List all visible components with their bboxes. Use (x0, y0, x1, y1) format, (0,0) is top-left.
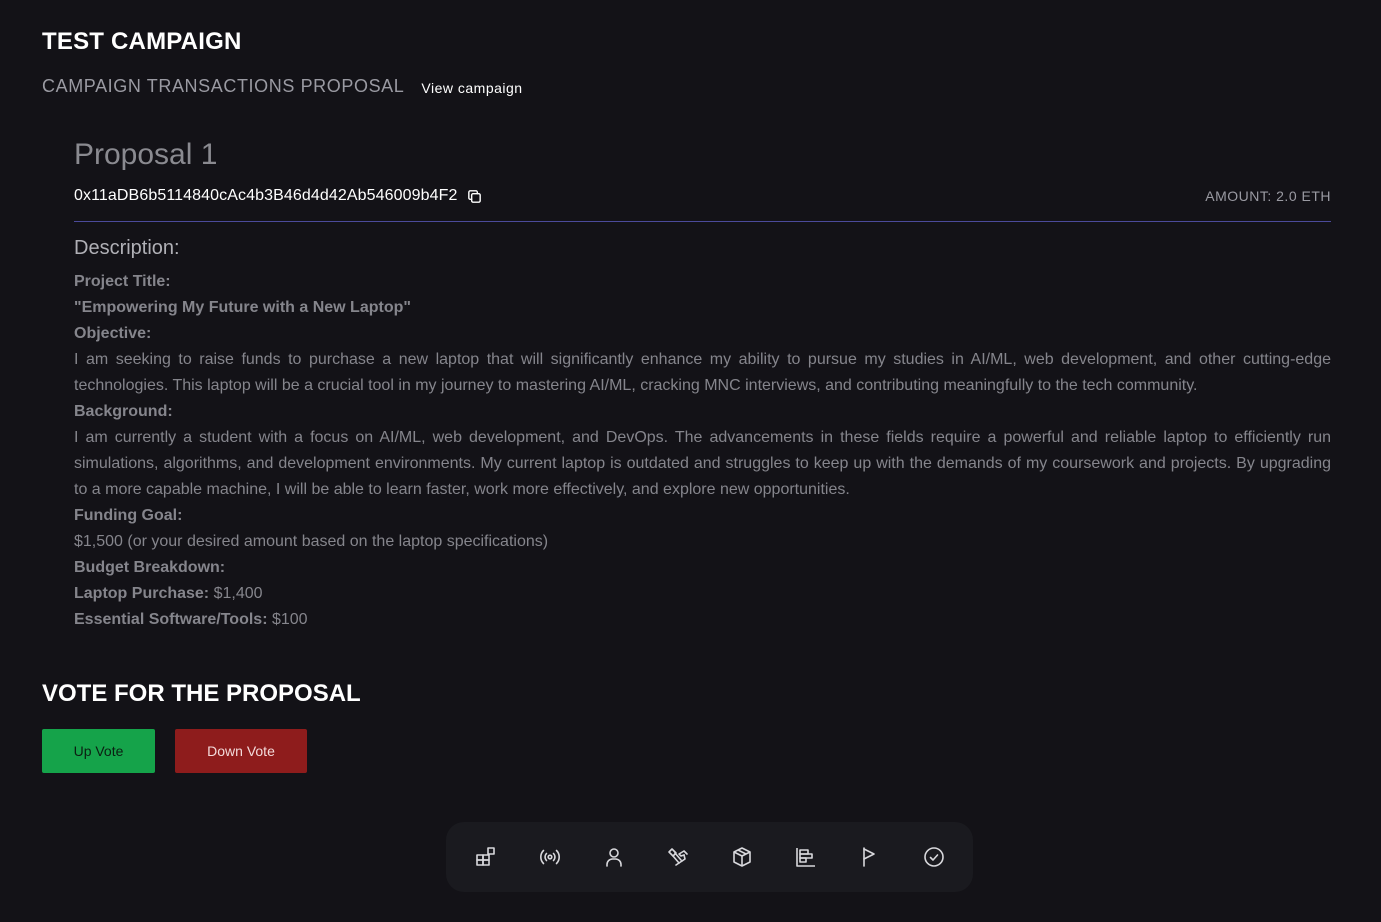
project-title-value: "Empowering My Future with a New Laptop" (74, 299, 411, 316)
up-vote-button[interactable]: Up Vote (42, 729, 155, 773)
vote-heading: VOTE FOR THE PROPOSAL (42, 680, 361, 707)
budget-item: Essential Software/Tools: $100 (74, 607, 1331, 633)
down-vote-button[interactable]: Down Vote (175, 729, 307, 773)
subheader: CAMPAIGN TRANSACTIONS PROPOSAL View camp… (42, 76, 523, 97)
page-subtitle: CAMPAIGN TRANSACTIONS PROPOSAL (42, 76, 405, 96)
bottom-dock (446, 822, 973, 892)
budget-item-value: $1,400 (213, 585, 263, 602)
description-heading: Description: (74, 237, 180, 259)
check-circle-icon[interactable] (922, 845, 946, 869)
dashboard-icon[interactable] (474, 845, 498, 869)
budget-item-label: Essential Software/Tools: (74, 611, 268, 628)
description-body: Project Title: "Empowering My Future wit… (74, 269, 1331, 633)
funding-goal-text: $1,500 (or your desired amount based on … (74, 533, 549, 550)
flag-icon[interactable] (858, 845, 882, 869)
objective-text: I am seeking to raise funds to purchase … (74, 351, 1331, 394)
budget-label: Budget Breakdown: (74, 559, 226, 576)
page: TEST CAMPAIGN CAMPAIGN TRANSACTIONS PROP… (0, 0, 1381, 922)
handshake-icon[interactable] (666, 845, 690, 869)
background-text: I am currently a student with a focus on… (74, 429, 1331, 498)
copy-icon[interactable] (466, 188, 483, 205)
address-wrap: 0x11aDB6b5114840cAc4b3B46d4d42Ab546009b4… (74, 187, 483, 205)
package-icon[interactable] (730, 845, 754, 869)
campaign-title: TEST CAMPAIGN (42, 28, 242, 55)
funding-goal-label: Funding Goal: (74, 507, 183, 524)
proposal-amount: AMOUNT: 2.0 ETH (1205, 188, 1331, 204)
budget-item-label: Laptop Purchase: (74, 585, 210, 602)
background-label: Background: (74, 403, 173, 420)
project-title-label: Project Title: (74, 273, 171, 290)
budget-item-value: $100 (271, 611, 308, 628)
view-campaign-link[interactable]: View campaign (421, 80, 522, 96)
broadcast-icon[interactable] (538, 845, 562, 869)
objective-label: Objective: (74, 325, 152, 342)
chart-bars-icon[interactable] (794, 845, 818, 869)
proposal-panel: Proposal 1 0x11aDB6b5114840cAc4b3B46d4d4… (42, 137, 1362, 637)
user-icon[interactable] (602, 845, 626, 869)
divider (74, 221, 1331, 222)
proposal-address: 0x11aDB6b5114840cAc4b3B46d4d42Ab546009b4… (74, 187, 458, 204)
proposal-title: Proposal 1 (74, 138, 218, 171)
budget-item: Laptop Purchase: $1,400 (74, 581, 1331, 607)
address-row: 0x11aDB6b5114840cAc4b3B46d4d42Ab546009b4… (74, 187, 1331, 205)
